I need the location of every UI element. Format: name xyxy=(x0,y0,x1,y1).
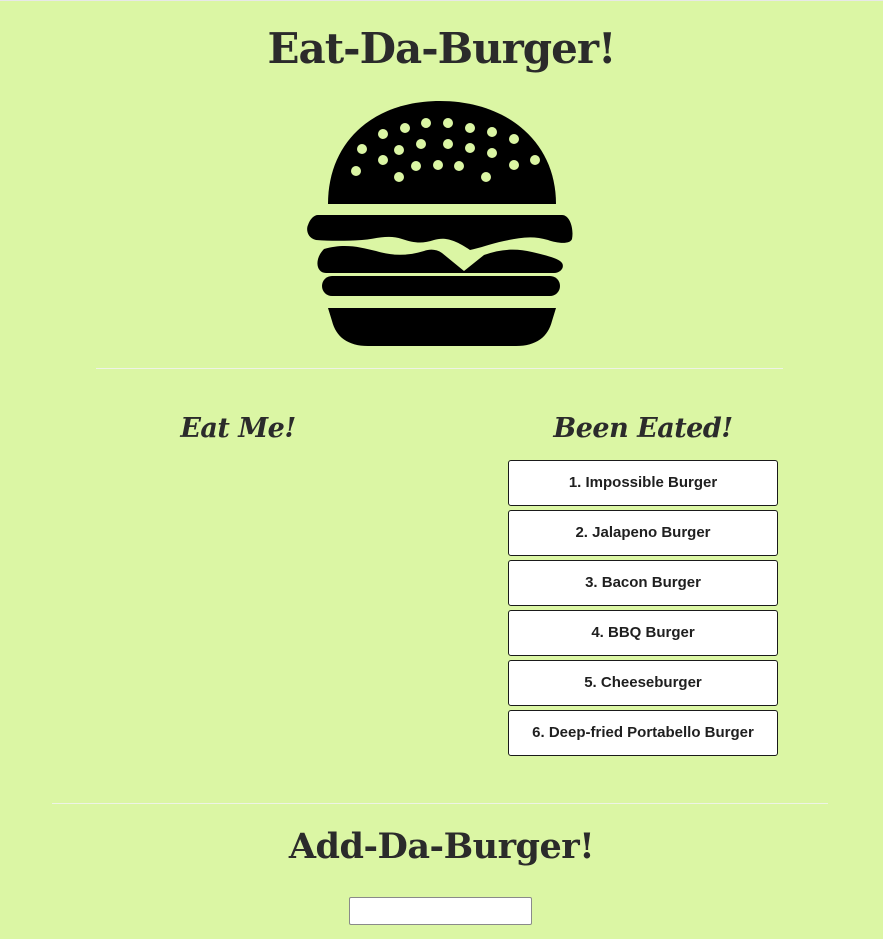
eaten-burger-button[interactable]: 2. Jalapeno Burger xyxy=(508,510,778,556)
uneaten-column-title: Eat Me! xyxy=(180,413,296,444)
eaten-column-title: Been Eated! xyxy=(553,413,733,444)
eaten-burger-button[interactable]: 3. Bacon Burger xyxy=(508,560,778,606)
eaten-burger-button[interactable]: 4. BBQ Burger xyxy=(508,610,778,656)
eaten-burger-button[interactable]: 1. Impossible Burger xyxy=(508,460,778,506)
top-divider xyxy=(96,368,783,369)
eaten-burger-button[interactable]: 6. Deep-fried Portabello Burger xyxy=(508,710,778,756)
burger-name-input[interactable] xyxy=(349,897,532,925)
page-title: Eat-Da-Burger! xyxy=(267,24,617,73)
bottom-divider xyxy=(52,803,828,804)
eaten-burger-list: 1. Impossible Burger 2. Jalapeno Burger … xyxy=(508,460,778,760)
burger-icon xyxy=(307,101,573,346)
add-burger-title: Add-Da-Burger! xyxy=(288,826,595,867)
eaten-burger-button[interactable]: 5. Cheeseburger xyxy=(508,660,778,706)
